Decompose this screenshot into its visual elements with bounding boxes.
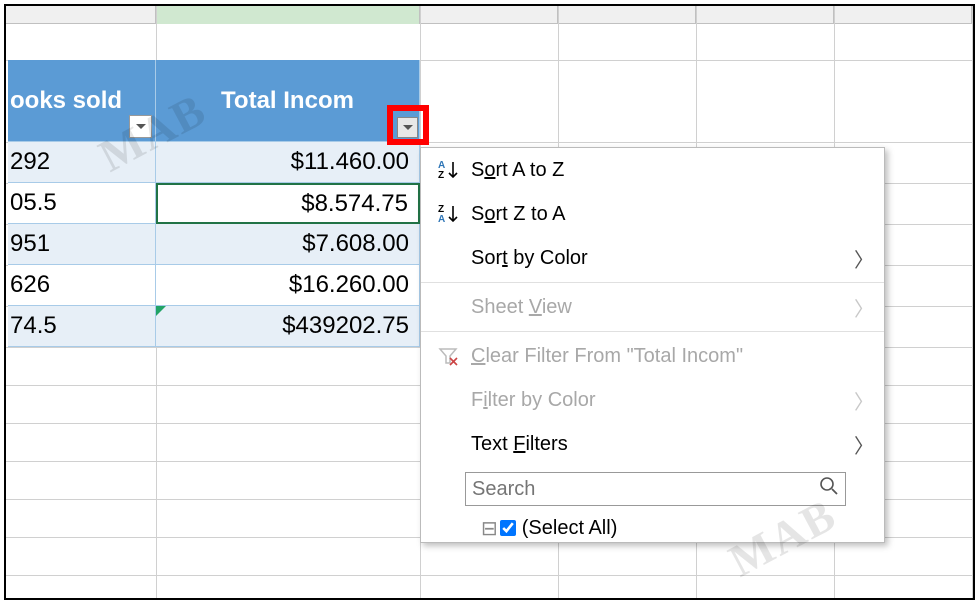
cell[interactable]: 05.5 — [8, 183, 156, 224]
menu-sort-atoz[interactable]: A Z Sort A to Z — [421, 148, 884, 192]
menu-label-part: S — [471, 203, 484, 225]
menu-accel: C — [471, 345, 485, 367]
table-row: 05.5 $8.574.75 — [8, 183, 420, 224]
data-table: ooks sold Total Incom 292 $11.460.00 05.… — [8, 60, 420, 347]
svg-text:A: A — [438, 214, 445, 225]
menu-accel: o — [484, 159, 495, 181]
cell-value: $439202.75 — [282, 312, 409, 340]
tree-connector-icon: ⊟ — [481, 516, 498, 541]
menu-sort-by-color[interactable]: Sort by Color 〉 — [421, 236, 884, 280]
cell-value: 951 — [10, 230, 50, 258]
table-row-total: 74.5 $439202.75 — [8, 306, 420, 347]
spreadsheet-view: ooks sold Total Incom 292 $11.460.00 05.… — [4, 4, 975, 600]
cell-value: 74.5 — [10, 312, 57, 340]
sort-za-icon: Z A — [437, 203, 459, 225]
menu-label-part: lter by Color — [488, 389, 596, 411]
cell-value: $8.574.75 — [301, 190, 408, 218]
menu-separator — [421, 282, 884, 283]
filter-value-list: ⊟ (Select All) — [421, 510, 884, 542]
menu-label-part: lear Filter From "Total Incom" — [485, 345, 743, 367]
table-body: 292 $11.460.00 05.5 $8.574.75 951 $7.608… — [8, 142, 420, 347]
cell[interactable]: $7.608.00 — [156, 224, 420, 265]
active-cell[interactable]: $8.574.75 — [156, 183, 420, 224]
th-label: ooks sold — [10, 87, 122, 115]
menu-sort-ztoa[interactable]: Z A Sort Z to A — [421, 192, 884, 236]
search-icon — [819, 476, 839, 502]
menu-clear-filter: Clear Filter From "Total Incom" — [421, 334, 884, 378]
svg-text:Z: Z — [438, 170, 444, 181]
filter-value-label: (Select All) — [522, 517, 618, 540]
menu-sheet-view: Sheet View 〉 — [421, 285, 884, 329]
table-row: 292 $11.460.00 — [8, 142, 420, 183]
menu-accel: o — [484, 203, 495, 225]
menu-label-part: rt A to Z — [495, 159, 564, 181]
cell[interactable]: 74.5 — [8, 306, 156, 347]
filter-value-select-all[interactable]: ⊟ (Select All) — [481, 514, 844, 542]
cell[interactable]: 951 — [8, 224, 156, 265]
table-header-row: ooks sold Total Incom — [8, 60, 420, 142]
filter-dropdown-button[interactable] — [129, 115, 152, 138]
th-total-income[interactable]: Total Incom — [156, 60, 420, 142]
table-row: 626 $16.260.00 — [8, 265, 420, 306]
menu-label-part: by Color — [508, 247, 588, 269]
menu-accel: F — [513, 433, 525, 455]
submenu-arrow-icon: 〉 — [854, 386, 884, 415]
menu-accel: V — [529, 296, 542, 318]
menu-label-part: Sor — [471, 247, 502, 269]
filter-search-input[interactable] — [472, 478, 819, 501]
cell-value: 626 — [10, 271, 50, 299]
menu-label-part: S — [471, 159, 484, 181]
cell[interactable]: 292 — [8, 142, 156, 183]
menu-separator — [421, 331, 884, 332]
menu-label-part: Sheet — [471, 296, 529, 318]
cell-value: $7.608.00 — [302, 230, 409, 258]
table-row: 951 $7.608.00 — [8, 224, 420, 265]
submenu-arrow-icon: 〉 — [854, 244, 884, 273]
filter-menu: A Z Sort A to Z Z A Sort Z to A S — [420, 147, 885, 543]
cell-value: $16.260.00 — [289, 271, 409, 299]
menu-label-part: Text — [471, 433, 513, 455]
menu-label-part: ilters — [525, 433, 567, 455]
cell[interactable]: 626 — [8, 265, 156, 306]
cell[interactable]: $439202.75 — [156, 306, 420, 347]
menu-label-part: rt Z to A — [495, 203, 565, 225]
menu-label-part: iew — [542, 296, 572, 318]
cell-value: 05.5 — [10, 189, 57, 217]
cell[interactable]: $11.460.00 — [156, 142, 420, 183]
cell-value: $11.460.00 — [291, 148, 409, 176]
menu-filter-by-color: Filter by Color 〉 — [421, 378, 884, 422]
cell-value: 292 — [10, 148, 50, 176]
clear-filter-icon — [438, 346, 458, 366]
th-label: Total Incom — [221, 87, 354, 115]
submenu-arrow-icon: 〉 — [854, 430, 884, 459]
sort-az-icon: A Z — [437, 159, 459, 181]
menu-text-filters[interactable]: Text Filters 〉 — [421, 422, 884, 466]
th-books-sold[interactable]: ooks sold — [8, 60, 156, 142]
cell[interactable]: $16.260.00 — [156, 265, 420, 306]
error-indicator-icon — [156, 306, 166, 316]
menu-label-part: F — [471, 389, 483, 411]
checkbox[interactable] — [500, 520, 516, 536]
submenu-arrow-icon: 〉 — [854, 293, 884, 322]
highlight-annotation — [387, 105, 429, 145]
filter-search-box[interactable] — [465, 472, 846, 506]
